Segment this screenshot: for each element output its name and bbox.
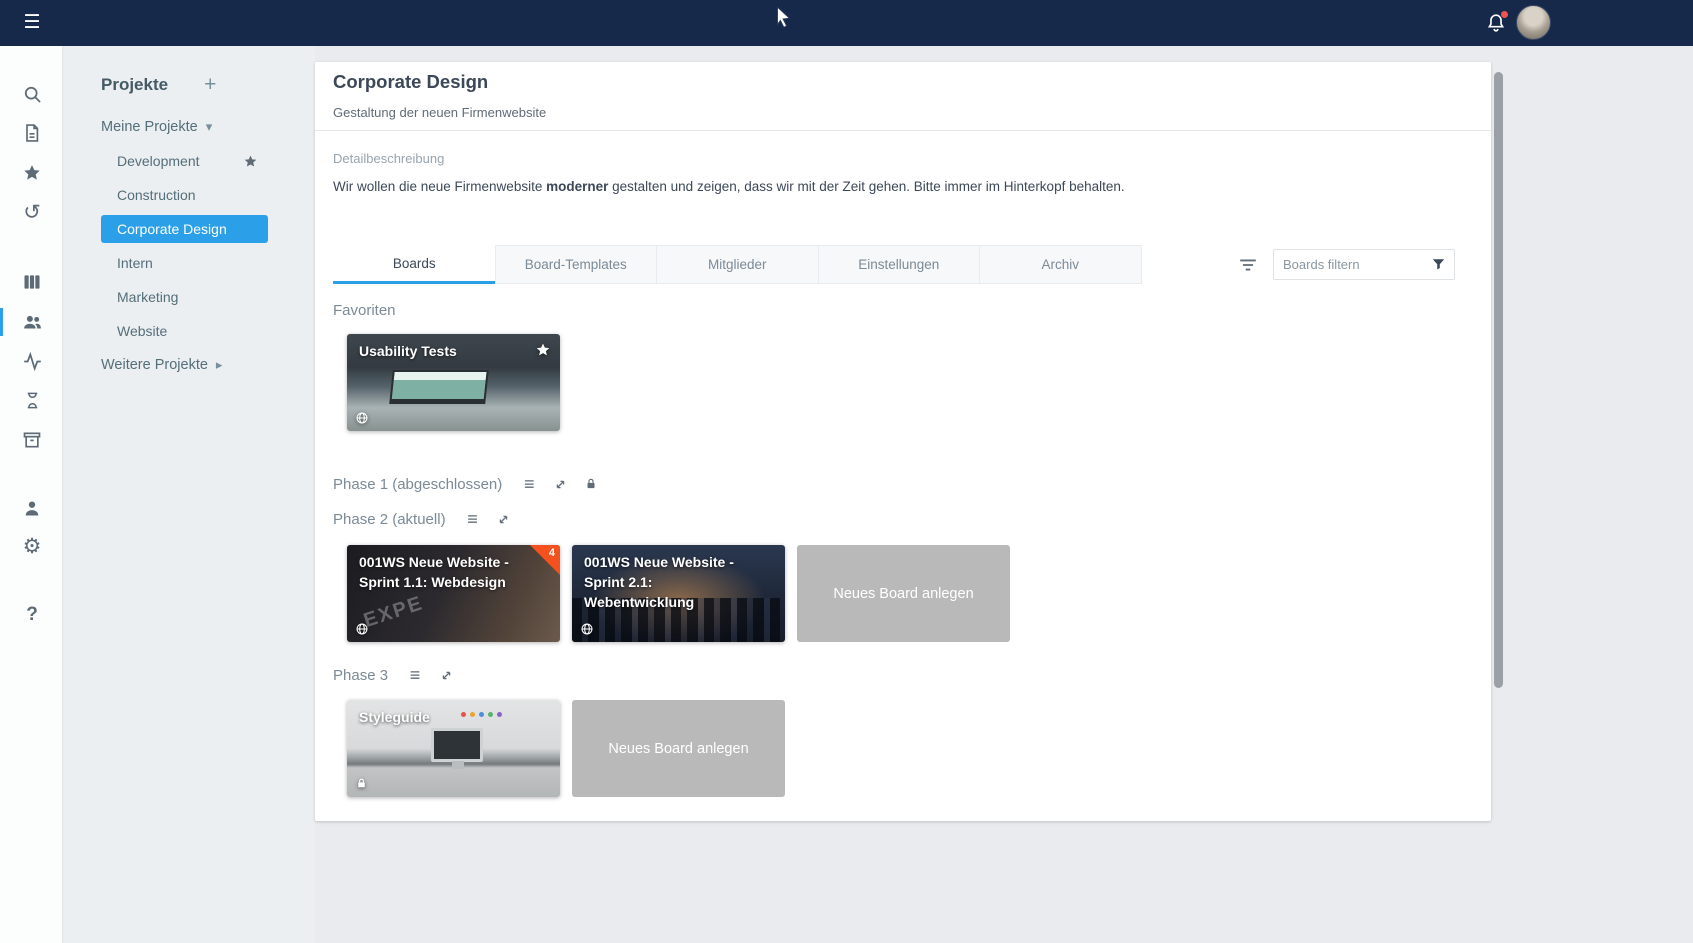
favorite-star-icon[interactable] — [243, 154, 258, 169]
board-title: Styleguide — [359, 707, 532, 727]
badge-count: 4 — [549, 547, 555, 559]
boards-filter-input[interactable] — [1283, 257, 1430, 272]
tab-board-templates[interactable]: Board-Templates — [495, 245, 658, 284]
boards-filter-field — [1273, 249, 1455, 280]
sidebar-item-label: Corporate Design — [117, 221, 227, 237]
board-thumbnail-art — [431, 728, 483, 762]
page-title: Corporate Design — [333, 71, 1473, 93]
board-card-usability-tests[interactable]: Usability Tests — [347, 334, 560, 431]
mouse-cursor-icon — [772, 6, 796, 36]
group-meine-projekte[interactable]: Meine Projekte ▾ — [101, 110, 315, 144]
active-section-indicator — [0, 308, 3, 336]
section-title-phase2: Phase 2 (aktuell) — [333, 511, 446, 528]
profile-icon[interactable] — [19, 495, 45, 521]
scrollbar-track — [1494, 62, 1503, 932]
chevron-down-icon: ▾ — [206, 119, 213, 135]
icon-rail: ↺ ⚙ ? — [0, 46, 63, 943]
board-card-styleguide[interactable]: Styleguide — [347, 700, 560, 797]
group-weitere-projekte[interactable]: Weitere Projekte ▸ — [101, 348, 315, 382]
divider — [315, 130, 1491, 131]
board-card-sprint-2-1[interactable]: 001WS Neue Website - Sprint 2.1: Webentw… — [572, 545, 785, 642]
section-menu-icon[interactable]: ≡ — [406, 666, 424, 684]
topbar: ☰ — [0, 0, 1693, 46]
tab-archiv[interactable]: Archiv — [979, 245, 1142, 284]
star-icon[interactable] — [19, 160, 45, 186]
boards-sections: Favoriten Usability Tests Phase 1 (abges… — [333, 284, 1473, 797]
board-title: 001WS Neue Website - Sprint 1.1: Webdesi… — [359, 552, 532, 592]
add-project-button[interactable]: + — [204, 74, 216, 96]
notification-badge-dot — [1500, 10, 1509, 19]
new-board-label: Neues Board anlegen — [608, 741, 748, 757]
new-board-label: Neues Board anlegen — [833, 586, 973, 602]
section-lock-icon[interactable] — [582, 475, 600, 493]
notifications-bell-icon[interactable] — [1481, 8, 1511, 38]
history-icon[interactable]: ↺ — [19, 200, 45, 226]
group-label: Weitere Projekte — [101, 357, 208, 373]
sidebar-item-website[interactable]: Website — [101, 314, 268, 348]
description-part: Wir wollen die neue Firmenwebsite — [333, 179, 546, 194]
sidebar-item-construction[interactable]: Construction — [101, 178, 268, 212]
sidebar-item-label: Construction — [117, 187, 196, 203]
section-expand-icon[interactable] — [551, 475, 569, 493]
globe-public-icon — [355, 411, 369, 425]
description-bold: moderner — [546, 179, 608, 194]
sidebar-item-label: Intern — [117, 255, 153, 271]
sidebar-item-intern[interactable]: Intern — [101, 246, 268, 280]
sidebar-item-marketing[interactable]: Marketing — [101, 280, 268, 314]
document-icon[interactable] — [19, 120, 45, 146]
sidebar-item-label: Development — [117, 153, 200, 169]
archive-icon[interactable] — [19, 427, 45, 453]
activity-icon[interactable] — [19, 348, 45, 374]
funnel-filter-icon — [1430, 256, 1447, 273]
help-icon[interactable]: ? — [19, 602, 45, 628]
timer-icon[interactable] — [19, 387, 45, 413]
tab-mitglieder[interactable]: Mitglieder — [656, 245, 819, 284]
board-card-sprint-1-1[interactable]: EXPE 001WS Neue Website - Sprint 1.1: We… — [347, 545, 560, 642]
sidebar-item-label: Website — [117, 323, 167, 339]
new-board-button[interactable]: Neues Board anlegen — [572, 700, 785, 797]
section-collapse-icon[interactable] — [495, 510, 513, 528]
section-title-phase3: Phase 3 — [333, 667, 388, 684]
tabs-bar: Boards Board-Templates Mitglieder Einste… — [333, 245, 1473, 284]
project-subtitle: Gestaltung der neuen Firmenwebsite — [333, 105, 1473, 120]
sidebar-item-development[interactable]: Development — [101, 144, 268, 178]
board-title: 001WS Neue Website - Sprint 2.1: Webentw… — [584, 552, 757, 612]
section-menu-icon[interactable]: ≡ — [464, 510, 482, 528]
project-detail-card: Corporate Design Gestaltung der neuen Fi… — [315, 62, 1491, 821]
menu-icon[interactable]: ☰ — [18, 11, 46, 35]
globe-public-icon — [355, 622, 369, 636]
description-part: gestalten und zeigen, dass wir mit der Z… — [608, 179, 1124, 194]
chevron-right-icon: ▸ — [216, 357, 223, 373]
detail-description-text: Wir wollen die neue Firmenwebsite modern… — [333, 179, 1473, 195]
board-thumbnail-art — [389, 370, 489, 404]
detail-description-label: Detailbeschreibung — [333, 151, 1473, 166]
section-title-phase1: Phase 1 (abgeschlossen) — [333, 476, 502, 493]
group-label: Meine Projekte — [101, 119, 198, 135]
open-tasks-badge: 4 — [530, 545, 560, 575]
lock-private-icon — [355, 777, 369, 791]
section-collapse-icon[interactable] — [437, 666, 455, 684]
tab-boards[interactable]: Boards — [333, 245, 496, 284]
globe-public-icon — [580, 622, 594, 636]
sidebar-item-corporate-design[interactable]: Corporate Design — [101, 212, 268, 246]
section-title-favoriten: Favoriten — [333, 302, 396, 319]
scrollbar-thumb[interactable] — [1494, 72, 1503, 688]
photo-text: EXPE — [361, 592, 426, 633]
filter-list-icon[interactable] — [1237, 254, 1259, 276]
new-board-button[interactable]: Neues Board anlegen — [797, 545, 1010, 642]
search-icon[interactable] — [19, 81, 45, 107]
sidebar-item-label: Marketing — [117, 289, 178, 305]
tab-einstellungen[interactable]: Einstellungen — [818, 245, 981, 284]
user-avatar[interactable] — [1516, 5, 1551, 40]
team-icon[interactable] — [19, 308, 45, 334]
board-title: Usability Tests — [359, 341, 532, 361]
settings-gear-icon[interactable]: ⚙ — [19, 534, 45, 560]
projects-sidebar: Projekte + Meine Projekte ▾ Development … — [64, 46, 315, 943]
board-favorite-star-icon[interactable] — [535, 342, 551, 358]
projects-heading: Projekte — [101, 75, 168, 95]
section-menu-icon[interactable]: ≡ — [520, 475, 538, 493]
boards-icon[interactable] — [19, 269, 45, 295]
